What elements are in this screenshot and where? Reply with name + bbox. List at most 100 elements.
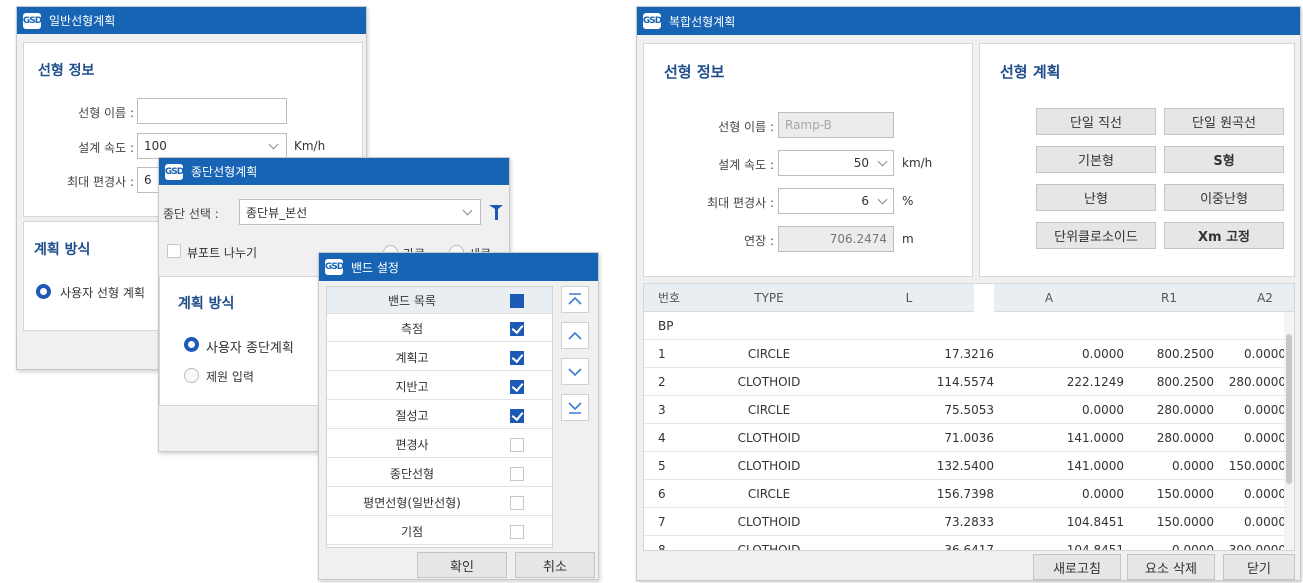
band-list-item[interactable]: 평면선형(일반선형): [327, 489, 552, 516]
general-speed-select[interactable]: 100: [137, 133, 287, 159]
select-all-checkbox[interactable]: [510, 293, 524, 308]
cell-type: [694, 312, 844, 340]
spec-input-radio[interactable]: [184, 368, 199, 383]
table-row[interactable]: 6 CIRCLE 156.7398 0.0000 150.0000 0.0000: [644, 480, 1286, 508]
move-down-button[interactable]: [561, 358, 589, 385]
band-item-checkbox[interactable]: [510, 437, 524, 452]
profile-select-dropdown[interactable]: 종단뷰_본선: [239, 199, 481, 225]
band-list-item[interactable]: 종단선형: [327, 460, 552, 487]
cell-r1: 800.2500: [1156, 347, 1214, 361]
cell-type: CLOTHOID: [737, 431, 801, 445]
cell-no: 5: [658, 459, 666, 473]
cell-a: 141.0000: [1066, 459, 1124, 473]
move-up-button[interactable]: [561, 322, 589, 349]
cell-r1: 800.2500: [1156, 375, 1214, 389]
table-row[interactable]: BP: [644, 312, 1286, 340]
unit-clothoid-button[interactable]: 단위클로소이드: [1036, 222, 1156, 249]
xm-fixed-button[interactable]: Xm 고정: [1164, 222, 1284, 249]
move-top-button[interactable]: [561, 286, 589, 313]
user-profile-plan-label[interactable]: 사용자 종단계획: [206, 337, 294, 356]
cell-r1: 280.0000: [1156, 403, 1214, 417]
compound-name-label: 선형 이름 :: [718, 120, 774, 134]
compound-info-header: 선형 정보: [664, 63, 725, 81]
band-item-check-cell: [497, 344, 537, 371]
profile-window-titlebar[interactable]: GSD 종단선형계획: [159, 158, 509, 185]
band-settings-window: GSD 밴드 설정 밴드 목록 측점 계획고 지반고 절성고 편경사 종단선형 평면선형(일…: [318, 252, 599, 580]
cell-a2: 0.0000: [1244, 403, 1286, 417]
column-header[interactable]: L: [844, 284, 974, 312]
column-header[interactable]: 번호: [644, 284, 694, 312]
cell-type: CLOTHOID: [737, 459, 801, 473]
general-name-label: 선형 이름 :: [78, 106, 134, 120]
column-header[interactable]: A: [994, 284, 1104, 312]
close-button[interactable]: 닫기: [1223, 554, 1295, 580]
band-list-item[interactable]: 절성고: [327, 402, 552, 429]
band-item-checkbox[interactable]: [510, 379, 524, 394]
move-top-icon: [568, 293, 582, 305]
double-egg-type-button[interactable]: 이중난형: [1164, 184, 1284, 211]
split-viewport-checkbox[interactable]: [167, 244, 181, 258]
single-line-button[interactable]: 단일 직선: [1036, 108, 1156, 135]
cancel-button[interactable]: 취소: [515, 552, 595, 578]
ok-button[interactable]: 확인: [417, 552, 507, 578]
chevron-down-icon: [877, 156, 888, 167]
general-window-titlebar[interactable]: GSD 일반선형계획: [17, 7, 366, 34]
table-scrollbar-thumb[interactable]: [1286, 334, 1292, 484]
compound-superelev-unit: %: [902, 194, 914, 208]
table-row[interactable]: 8 CLOTHOID 36.6417 104.8451 0.0000 300.0000: [644, 536, 1286, 551]
cell-a: 104.8451: [1066, 543, 1124, 551]
band-item-checkbox[interactable]: [510, 495, 524, 510]
move-bottom-button[interactable]: [561, 394, 589, 421]
cell-no: BP: [658, 319, 674, 333]
cell-no: 7: [658, 515, 666, 529]
compound-speed-select[interactable]: 50: [778, 150, 894, 176]
cell-a: 0.0000: [1082, 487, 1124, 501]
compound-window-titlebar[interactable]: GSD 복합선형계획: [637, 7, 1300, 35]
band-list-item[interactable]: 지반고: [327, 373, 552, 400]
band-item-checkbox[interactable]: [510, 408, 524, 423]
band-list-item[interactable]: 편경사: [327, 431, 552, 458]
table-scrollbar[interactable]: [1284, 312, 1294, 550]
band-item-check-cell: [497, 518, 537, 545]
table-row[interactable]: 4 CLOTHOID 71.0036 141.0000 280.0000 0.0000: [644, 424, 1286, 452]
cell-l: 73.2833: [944, 515, 994, 529]
s-type-button[interactable]: S형: [1164, 146, 1284, 173]
band-item-checkbox[interactable]: [510, 466, 524, 481]
refresh-button[interactable]: 새로고침: [1033, 554, 1121, 580]
general-info-header: 선형 정보: [38, 63, 95, 79]
table-row[interactable]: 5 CLOTHOID 132.5400 141.0000 0.0000 150.0000: [644, 452, 1286, 480]
table-row[interactable]: 2 CLOTHOID 114.5574 222.1249 800.2500 280.000…: [644, 368, 1286, 396]
cell-a2: 280.0000: [1228, 375, 1286, 389]
band-item-checkbox[interactable]: [510, 321, 524, 336]
cell-a2: 150.0000: [1228, 459, 1286, 473]
column-header[interactable]: A2: [1234, 284, 1294, 312]
spec-input-label[interactable]: 제원 입력: [206, 368, 254, 385]
general-name-input[interactable]: [137, 98, 287, 124]
band-item-label: 지반고: [395, 380, 429, 394]
band-list-item[interactable]: 측점: [327, 315, 552, 342]
table-row[interactable]: 3 CIRCLE 75.5053 0.0000 280.0000 0.0000: [644, 396, 1286, 424]
compound-name-input[interactable]: Ramp-B: [778, 112, 894, 138]
basic-type-button[interactable]: 기본형: [1036, 146, 1156, 173]
delete-element-button[interactable]: 요소 삭제: [1127, 554, 1215, 580]
band-list-item[interactable]: 계획고: [327, 344, 552, 371]
table-row[interactable]: 1 CIRCLE 17.3216 0.0000 800.2500 0.0000: [644, 340, 1286, 368]
cell-a: [994, 312, 1124, 340]
band-list-item[interactable]: 기점: [327, 518, 552, 545]
general-user-plan-radio[interactable]: [36, 284, 51, 299]
single-curve-button[interactable]: 단일 원곡선: [1164, 108, 1284, 135]
cell-a2: 0.0000: [1244, 487, 1286, 501]
general-method-header: 계획 방식: [34, 242, 91, 258]
compound-speed-label: 설계 속도 :: [718, 158, 774, 172]
cursor-arrow-icon[interactable]: [485, 200, 507, 224]
band-window-titlebar[interactable]: GSD 밴드 설정: [319, 253, 598, 281]
column-header[interactable]: TYPE: [694, 284, 844, 312]
compound-superelev-select[interactable]: 6: [778, 188, 894, 214]
column-header[interactable]: R1: [1104, 284, 1234, 312]
general-user-plan-label[interactable]: 사용자 선형 계획: [60, 284, 145, 301]
egg-type-button[interactable]: 난형: [1036, 184, 1156, 211]
table-row[interactable]: 7 CLOTHOID 73.2833 104.8451 150.0000 0.0000: [644, 508, 1286, 536]
band-item-checkbox[interactable]: [510, 524, 524, 539]
band-item-checkbox[interactable]: [510, 350, 524, 365]
user-profile-plan-radio[interactable]: [184, 337, 199, 352]
